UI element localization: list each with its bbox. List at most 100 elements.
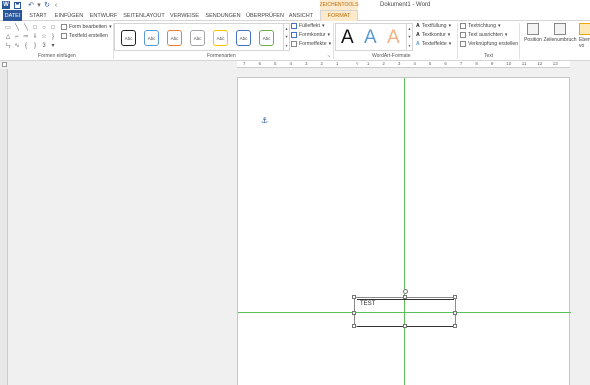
draw-textbox-button[interactable]: Textfeld erstellen bbox=[61, 33, 108, 39]
save-icon[interactable] bbox=[13, 1, 21, 9]
document-page[interactable]: ⚓︎ TEST bbox=[237, 77, 571, 385]
resize-handle-top-left[interactable] bbox=[352, 295, 356, 299]
resize-handle-top[interactable] bbox=[403, 295, 407, 299]
align-text-button[interactable]: Text ausrichten ▾ bbox=[460, 32, 508, 38]
ruler-tick-label: 7 bbox=[459, 61, 463, 66]
scroll-down-icon[interactable]: ▼ bbox=[285, 34, 289, 39]
ruler-tick-label: 4 bbox=[289, 61, 292, 66]
undo-icon[interactable]: ↶ bbox=[27, 1, 35, 9]
scroll-down-icon[interactable]: ▼ bbox=[408, 34, 412, 39]
wrap-text-button[interactable]: Zeilenumbruch bbox=[543, 23, 577, 43]
gallery-more-icon[interactable]: ▾ bbox=[285, 43, 287, 48]
rectangle-shape-icon[interactable]: □ bbox=[31, 24, 39, 31]
line-shape-icon[interactable]: ╲ bbox=[13, 24, 21, 31]
text-effects-icon: A bbox=[416, 41, 420, 47]
wordart-style-blue[interactable]: A bbox=[364, 27, 377, 49]
tab-design[interactable]: ENTWURF bbox=[88, 10, 119, 21]
link-icon bbox=[460, 41, 466, 47]
angle-shape-icon[interactable]: ⌐ bbox=[13, 33, 21, 40]
ruler-tick-label: 1 bbox=[366, 61, 370, 66]
gallery-scrollbar[interactable]: ▲ ▼ ▾ bbox=[283, 24, 289, 50]
rectangle-shape-icon[interactable]: ▭ bbox=[4, 24, 12, 31]
text-direction-button[interactable]: Textrichtung ▾ bbox=[460, 23, 501, 29]
shape-style-dark-blue[interactable]: Abc bbox=[236, 30, 251, 46]
bring-forward-button[interactable]: Eben vo bbox=[579, 23, 590, 49]
anchor-icon[interactable]: ⚓︎ bbox=[261, 116, 268, 125]
shape-outline-button[interactable]: Formkontur ▾ bbox=[291, 32, 330, 38]
resize-handle-bottom-right[interactable] bbox=[453, 324, 457, 328]
arrow-shape-icon[interactable]: ⇩ bbox=[31, 33, 39, 40]
text-box-content[interactable]: TEST bbox=[360, 301, 375, 307]
shape-fill-button[interactable]: Fülleffekt ▾ bbox=[291, 23, 325, 29]
document-workspace: 7 6 5 4 3 2 1 1 2 3 4 5 6 7 8 9 10 11 12 13 ▿ ⚓︎ TEST bbox=[0, 61, 590, 385]
tab-references[interactable]: VERWEISE bbox=[169, 10, 200, 21]
shape-style-dark[interactable]: Abc bbox=[121, 30, 136, 46]
tab-mailings[interactable]: SENDUNGEN bbox=[203, 10, 243, 21]
shape-style-orange[interactable]: Abc bbox=[167, 30, 182, 46]
group-label-wordart-styles: WordArt-Formate bbox=[372, 53, 411, 59]
text-fill-button[interactable]: A Textfüllung ▾ bbox=[416, 23, 451, 29]
shape-style-gold[interactable]: Abc bbox=[213, 30, 228, 46]
wordart-scrollbar[interactable]: ▲ ▼ ▾ bbox=[406, 24, 412, 50]
resize-handle-left[interactable] bbox=[352, 311, 356, 315]
oval-shape-icon[interactable]: ○ bbox=[40, 24, 48, 31]
text-effects-button[interactable]: A Texteffekte ▾ bbox=[416, 41, 451, 47]
scroll-up-icon[interactable]: ▲ bbox=[285, 26, 289, 31]
tab-insert[interactable]: EINFÜGEN bbox=[53, 10, 85, 21]
text-outline-button[interactable]: A Textkontur ▾ bbox=[416, 32, 450, 38]
brace-shape-icon[interactable]: } bbox=[31, 42, 39, 49]
tab-view[interactable]: ANSICHT bbox=[287, 10, 315, 21]
ruler-corner[interactable] bbox=[2, 62, 7, 67]
line-shape-icon[interactable]: ╲ bbox=[22, 24, 30, 31]
undo-dropdown-icon[interactable]: ▾ bbox=[35, 1, 43, 9]
curve-shape-icon[interactable]: ㄣ bbox=[4, 42, 12, 50]
dialog-launcher-icon[interactable]: ↘ bbox=[327, 53, 330, 58]
wordart-style-black[interactable]: A bbox=[341, 27, 354, 49]
text-outline-icon: A bbox=[416, 32, 420, 38]
tab-file[interactable]: DATEI bbox=[3, 10, 22, 21]
tab-page-layout[interactable]: SEITENLAYOUT bbox=[122, 10, 166, 21]
curve-shape-icon[interactable]: ∿ bbox=[13, 42, 21, 49]
rotation-handle[interactable] bbox=[403, 289, 408, 294]
ruler-tick-label: 2 bbox=[382, 61, 385, 66]
gallery-more-icon[interactable]: ▾ bbox=[49, 42, 57, 49]
star-shape-icon[interactable]: ☆ bbox=[40, 33, 48, 40]
bracket-shape-icon[interactable]: { bbox=[22, 42, 30, 49]
tab-home[interactable]: START bbox=[26, 10, 50, 21]
shape-effects-button[interactable]: Formeffekte ▾ bbox=[291, 41, 331, 47]
shape-style-green[interactable]: Abc bbox=[259, 30, 274, 46]
wordart-style-orange[interactable]: A bbox=[387, 27, 400, 49]
shape-style-gray[interactable]: Abc bbox=[190, 30, 205, 46]
vertical-ruler[interactable] bbox=[0, 69, 8, 385]
customize-qat-icon[interactable]: ‹ bbox=[52, 1, 60, 9]
alignment-guide-vertical bbox=[404, 78, 405, 385]
create-link-button[interactable]: Verknüpfung erstellen bbox=[460, 41, 518, 47]
resize-handle-bottom[interactable] bbox=[403, 324, 407, 328]
scroll-up-icon[interactable]: ▲ bbox=[408, 26, 412, 31]
digit-shape-icon[interactable]: 3 bbox=[40, 42, 48, 49]
indent-marker-icon[interactable]: ▿ bbox=[356, 61, 359, 67]
word-logo-icon[interactable]: W bbox=[2, 1, 10, 9]
ruler-tick-label: 6 bbox=[258, 61, 261, 66]
resize-handle-top-right[interactable] bbox=[453, 295, 457, 299]
title-bar: W ↶ ▾ ↻ ‹ ZEICHENTOOLS Dokument1 - Word bbox=[0, 0, 590, 10]
tab-review[interactable]: ÜBERPRÜFEN bbox=[246, 10, 284, 21]
bring-forward-icon bbox=[579, 23, 590, 35]
drawing-tools-header: ZEICHENTOOLS bbox=[319, 0, 359, 10]
horizontal-ruler[interactable]: 7 6 5 4 3 2 1 1 2 3 4 5 6 7 8 9 10 11 12 13 ▿ bbox=[237, 61, 570, 68]
text-fill-icon: A bbox=[416, 23, 420, 29]
triangle-shape-icon[interactable]: △ bbox=[4, 33, 12, 40]
edit-shape-button[interactable]: Form bearbeiten ▾ bbox=[61, 24, 112, 30]
gallery-more-icon[interactable]: ▾ bbox=[408, 43, 410, 48]
ruler-tick-label: 11 bbox=[521, 61, 527, 66]
wrap-text-icon bbox=[554, 23, 566, 35]
redo-icon[interactable]: ↻ bbox=[43, 1, 51, 9]
text-box[interactable]: TEST bbox=[352, 295, 457, 328]
arrow-shape-icon[interactable]: ⇨ bbox=[22, 33, 30, 40]
brace-shape-icon[interactable]: } bbox=[49, 33, 57, 40]
shape-style-blue[interactable]: Abc bbox=[144, 30, 159, 46]
rectangle-shape-icon[interactable]: □ bbox=[49, 24, 57, 31]
document-title: Dokument1 - Word bbox=[380, 2, 431, 8]
resize-handle-bottom-left[interactable] bbox=[352, 324, 356, 328]
resize-handle-right[interactable] bbox=[453, 311, 457, 315]
